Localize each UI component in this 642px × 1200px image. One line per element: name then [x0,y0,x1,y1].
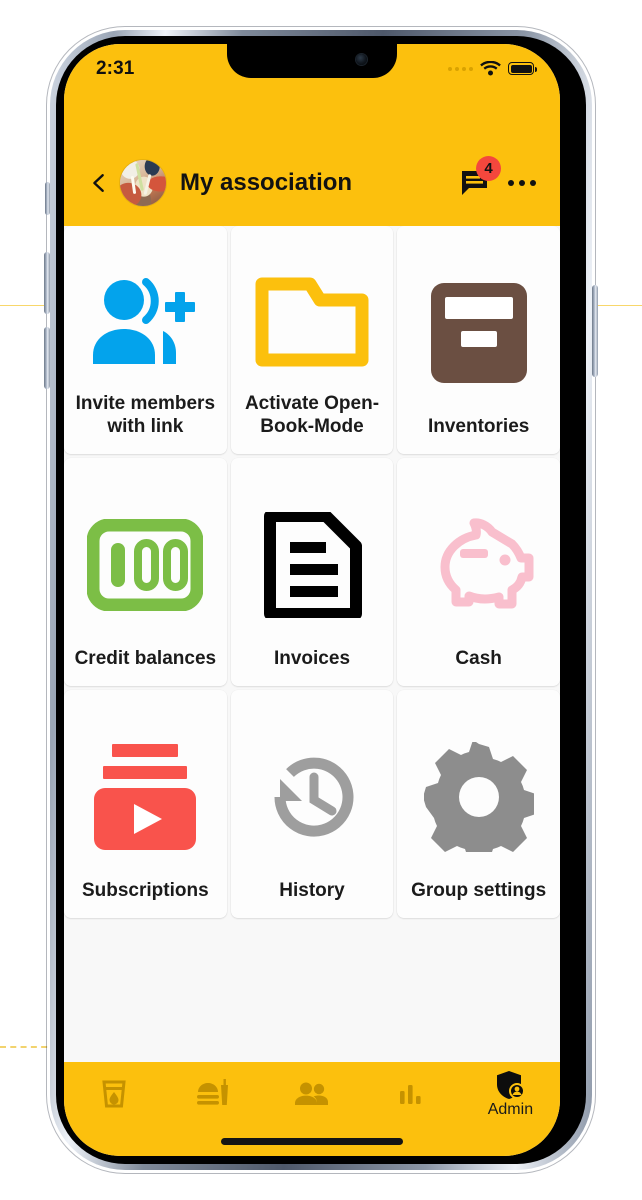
tile-group-settings[interactable]: Group settings [397,690,560,918]
history-clock-icon [239,716,386,879]
tile-cash[interactable]: Cash [397,458,560,686]
volume-down-button[interactable] [44,327,50,389]
tile-history[interactable]: History [230,690,394,918]
tile-label: Invoices [273,647,351,669]
food-meal-icon [196,1079,228,1105]
tile-label: Cash [455,647,502,669]
page-title: My association [180,169,353,196]
tile-credit-balances[interactable]: Credit balances [64,458,227,686]
money-100-icon [72,484,219,647]
subscriptions-play-icon [72,716,219,879]
front-camera-icon [356,54,367,65]
bottom-navigation-bar: Admin [64,1062,560,1126]
tile-label: Credit balances [74,647,217,669]
chat-badge: 4 [476,156,501,181]
power-button[interactable] [592,285,598,377]
status-bar: 2:31 [64,44,560,140]
signal-dots-icon [448,66,473,71]
storage-box-icon [405,252,552,415]
display-notch [227,44,397,78]
content-area: Invite members with link Activate Open-B… [64,226,560,1092]
tile-invoices[interactable]: Invoices [230,458,394,686]
status-bar-indicators [448,61,537,76]
tile-label: Invite members with link [75,392,216,437]
status-bar-clock: 2:31 [96,58,135,79]
nav-item-members[interactable] [262,1062,361,1126]
tile-open-book-mode[interactable]: Activate Open-Book-Mode [230,226,394,454]
person-add-icon [72,252,219,392]
phone-device-frame: 2:31 My association 4 Invite members wit… [44,27,598,1173]
tile-label: Inventories [427,415,530,437]
tile-invite-members[interactable]: Invite members with link [64,226,227,454]
gear-icon [405,716,552,879]
back-chevron-icon[interactable] [88,172,110,194]
chat-button[interactable]: 4 [460,156,501,197]
bar-chart-icon [400,1085,421,1104]
open-folder-icon [239,252,386,392]
app-bar-actions: 4 [460,156,536,197]
more-options-icon[interactable] [508,176,536,190]
nav-item-admin[interactable]: Admin [461,1062,560,1126]
admin-shield-icon [497,1071,526,1099]
mute-switch-button[interactable] [45,182,50,215]
nav-item-food[interactable] [163,1062,262,1126]
tile-label: Activate Open-Book-Mode [244,392,380,437]
app-bar: My association 4 [64,140,560,226]
phone-screen: 2:31 My association 4 Invite members wit… [64,44,560,1156]
home-indicator[interactable] [221,1137,403,1145]
tile-inventories[interactable]: Inventories [397,226,560,454]
tile-label: Group settings [411,879,547,901]
home-indicator-area [64,1126,560,1156]
tile-subscriptions[interactable]: Subscriptions [64,690,227,918]
action-grid: Invite members with link Activate Open-B… [64,226,560,918]
document-lines-icon [239,484,386,647]
drink-glass-icon [101,1080,126,1108]
piggy-bank-icon [405,484,552,647]
volume-up-button[interactable] [44,252,50,314]
nav-item-drinks[interactable] [64,1062,163,1126]
battery-full-icon [508,62,537,75]
tile-label: Subscriptions [81,879,209,901]
wifi-icon [480,61,501,76]
tile-label: History [279,879,345,901]
nav-item-label: Admin [487,1101,534,1118]
avatar[interactable] [120,160,166,206]
people-group-icon [295,1082,328,1105]
nav-item-statistics[interactable] [362,1062,461,1126]
